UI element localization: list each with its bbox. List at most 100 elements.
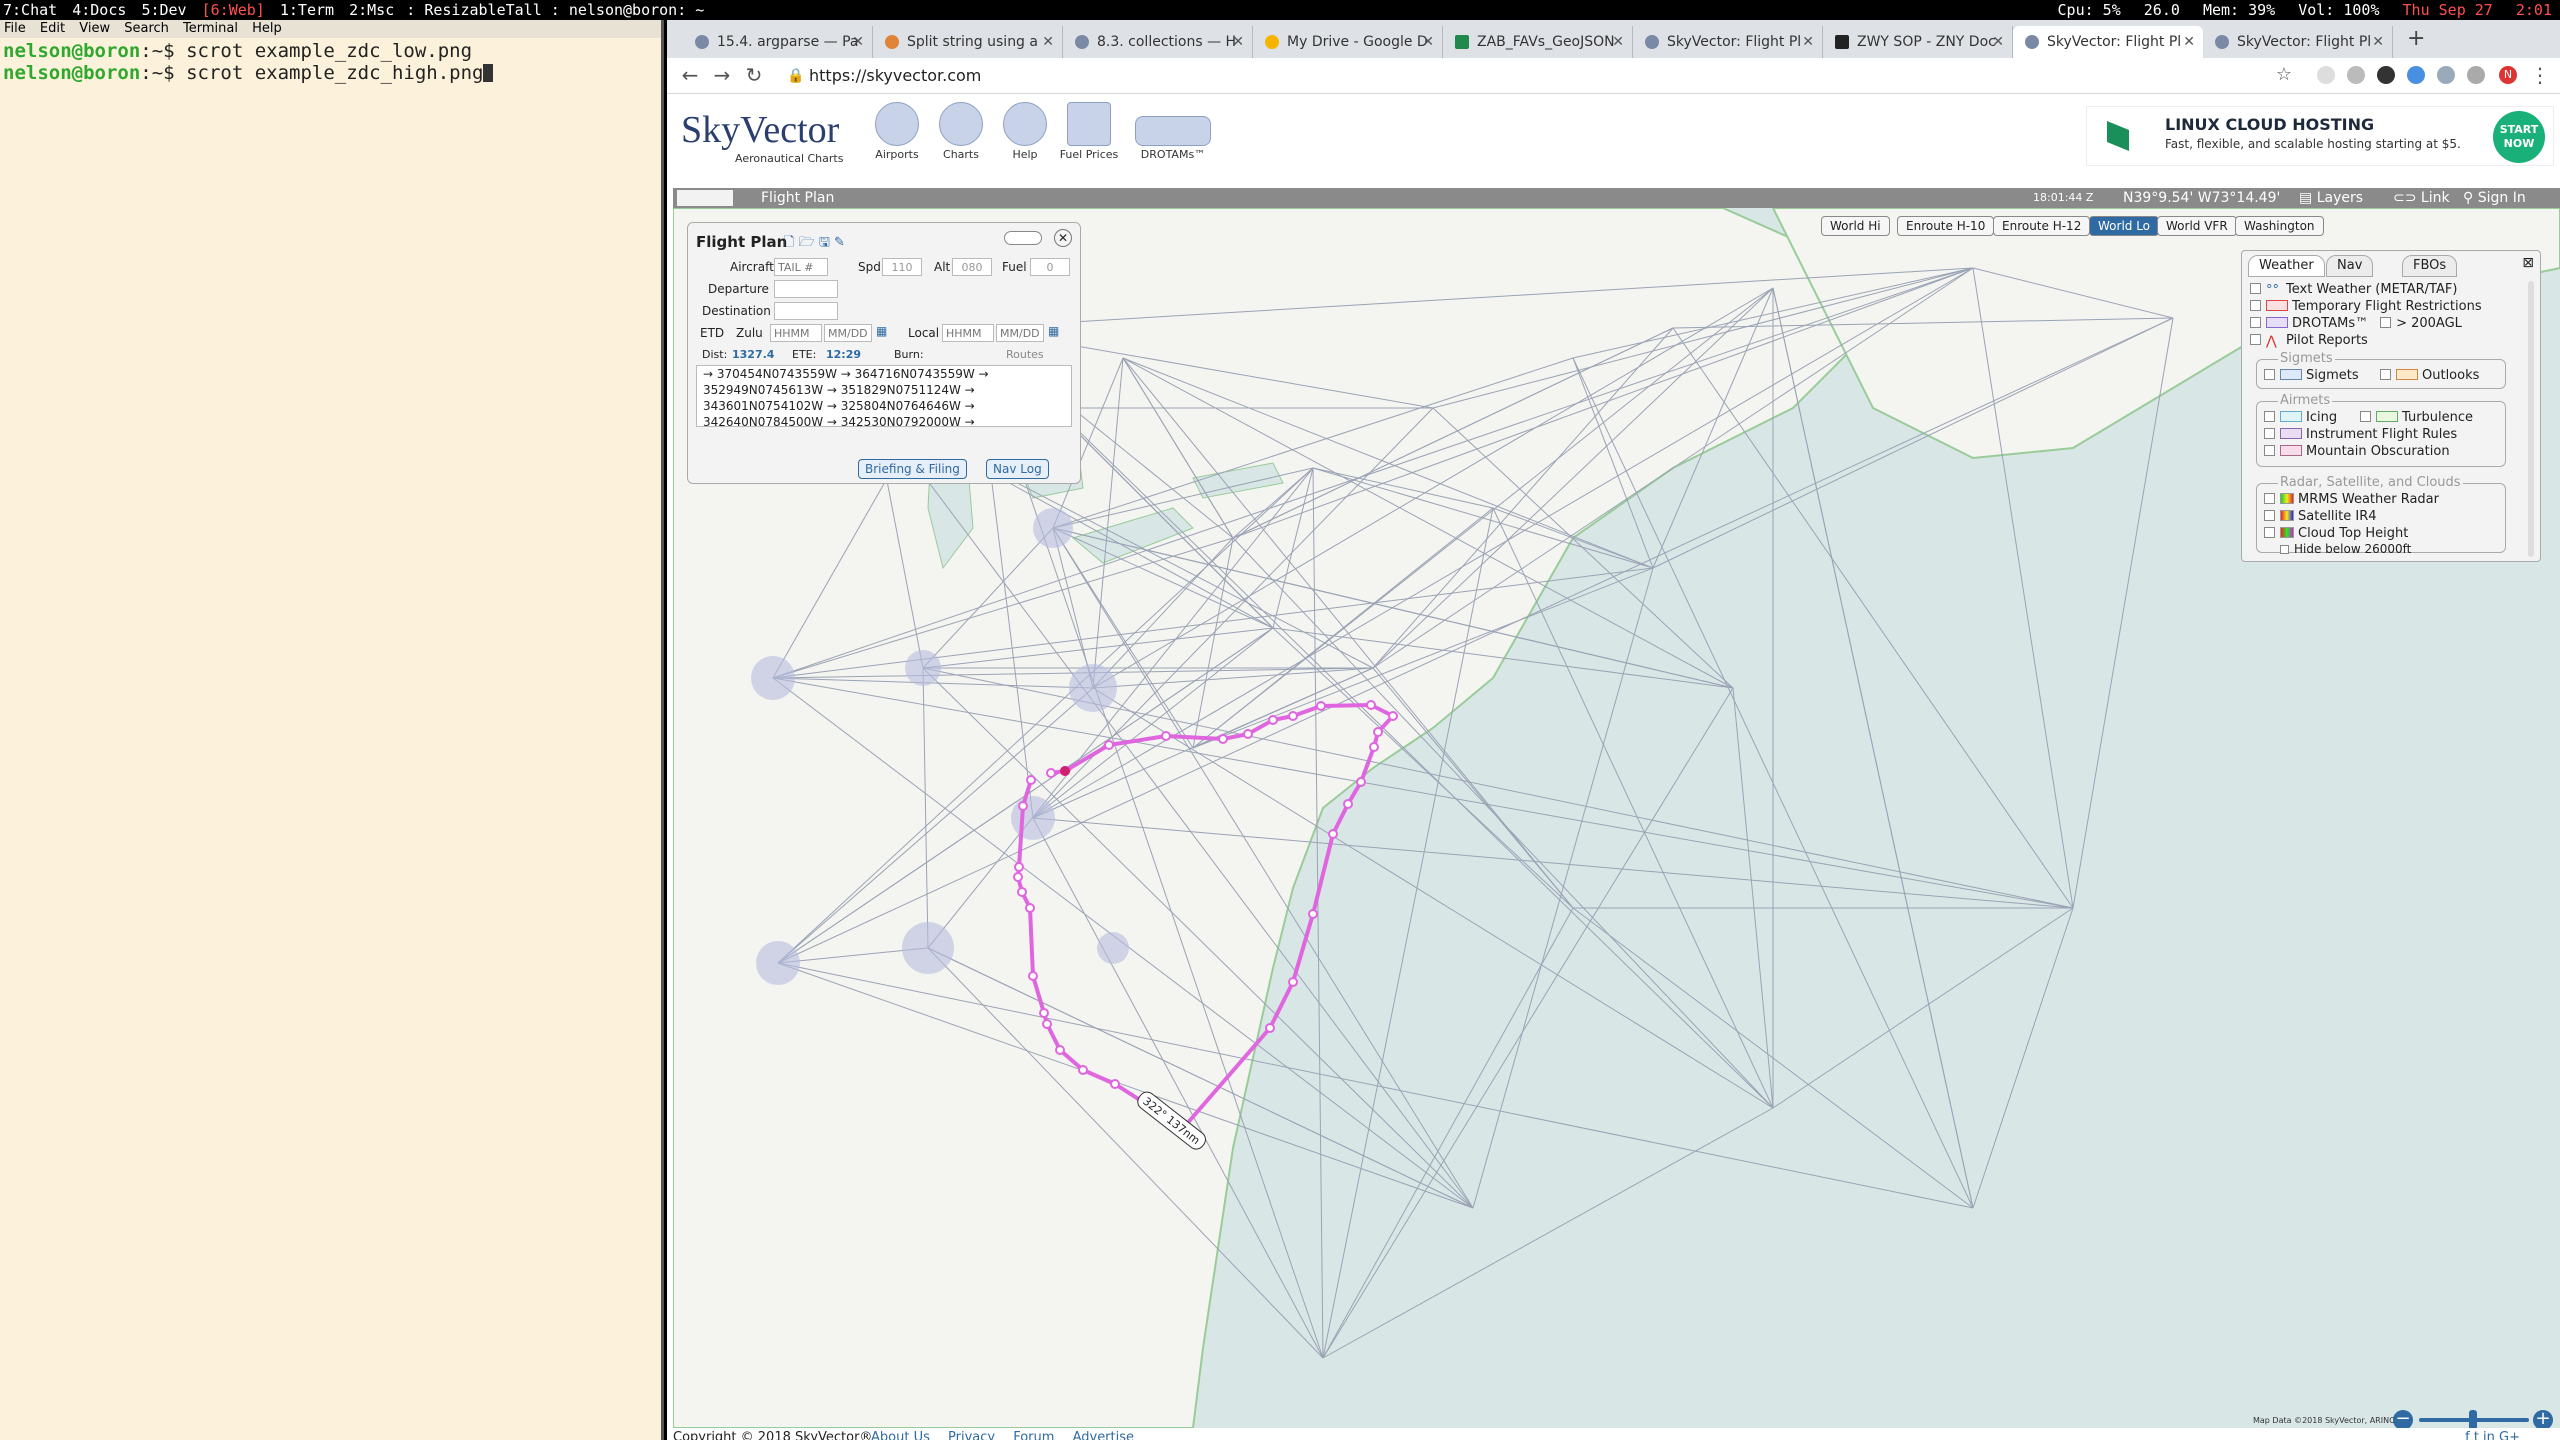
menu-terminal[interactable]: Terminal: [183, 21, 238, 36]
fuel-input[interactable]: [1030, 258, 1070, 276]
terminal-output[interactable]: nelson@boron:~$ scrot example_zdc_low.pn…: [0, 38, 661, 86]
browser-tab[interactable]: 8.3. collections — H ✕: [1063, 26, 1253, 58]
nav-airports[interactable]: Airports: [865, 102, 929, 161]
extension-icon[interactable]: [2407, 66, 2425, 84]
checkbox[interactable]: [2280, 545, 2289, 554]
menu-dots-icon[interactable]: ⋮: [2527, 62, 2553, 88]
close-icon[interactable]: ⊠: [2522, 255, 2534, 271]
close-icon[interactable]: ✕: [1042, 26, 1054, 58]
new-tab-button[interactable]: +: [2407, 26, 2425, 51]
checkbox[interactable]: [2264, 527, 2275, 538]
close-icon[interactable]: ✕: [2372, 26, 2384, 58]
link-button[interactable]: ⊂⊃ Link: [2393, 188, 2450, 208]
tab-weather[interactable]: Weather: [2248, 255, 2325, 277]
calendar-icon[interactable]: ▦: [1048, 324, 1059, 338]
advertise-link[interactable]: Advertise: [1073, 1430, 1134, 1440]
zulu-time-input[interactable]: [770, 324, 822, 342]
nav-charts[interactable]: Charts: [929, 102, 993, 161]
browser-tab[interactable]: ZWY SOP - ZNY Doc ✕: [1823, 26, 2013, 58]
layer-pireps[interactable]: ⋀ Pilot Reports: [2250, 332, 2368, 349]
departure-marker[interactable]: [1060, 766, 1070, 776]
altitude-input[interactable]: [952, 258, 992, 276]
chart-washington[interactable]: Washington: [2235, 216, 2324, 236]
toggle-switch[interactable]: [1004, 231, 1042, 245]
close-icon[interactable]: ✕: [1992, 26, 2004, 58]
browser-tab[interactable]: 15.4. argparse — Pa ✕: [683, 26, 873, 58]
profile-avatar[interactable]: N: [2499, 66, 2517, 84]
checkbox[interactable]: [2250, 317, 2261, 328]
close-icon[interactable]: ✕: [1422, 26, 1434, 58]
layer-outlooks[interactable]: Outlooks: [2380, 367, 2479, 384]
local-time-input[interactable]: [942, 324, 994, 342]
destination-input[interactable]: [774, 302, 838, 320]
workspace-docs[interactable]: 4:Docs: [69, 1, 129, 19]
routes-link[interactable]: Routes: [1006, 345, 1044, 365]
close-icon[interactable]: ✕: [852, 26, 864, 58]
nav-help[interactable]: Help: [993, 102, 1057, 161]
layer-ifr[interactable]: Instrument Flight Rules: [2264, 426, 2457, 443]
local-date-input[interactable]: [996, 324, 1044, 342]
address-bar[interactable]: 🔒 https://skyvector.com: [777, 62, 2347, 90]
checkbox[interactable]: [2264, 428, 2275, 439]
browser-tab[interactable]: My Drive - Google D ✕: [1253, 26, 1443, 58]
nav-log-button[interactable]: Nav Log: [986, 459, 1049, 479]
flight-plan-toggle[interactable]: [677, 190, 733, 206]
checkbox[interactable]: [2360, 411, 2371, 422]
ad-start-now-button[interactable]: START NOW: [2493, 111, 2545, 163]
close-icon[interactable]: ✕: [1612, 26, 1624, 58]
layer-metar[interactable]: °° Text Weather (METAR/TAF): [2250, 281, 2457, 298]
layer-mountain[interactable]: Mountain Obscuration: [2264, 443, 2450, 460]
privacy-link[interactable]: Privacy: [948, 1430, 995, 1440]
extension-icon[interactable]: [2377, 66, 2395, 84]
layer-sigmets[interactable]: Sigmets: [2264, 367, 2359, 384]
layer-satellite[interactable]: Satellite IR4: [2264, 508, 2377, 525]
flight-plan-label[interactable]: Flight Plan: [761, 188, 834, 208]
checkbox[interactable]: [2250, 283, 2261, 294]
forward-icon[interactable]: →: [709, 62, 735, 88]
checkbox[interactable]: [2264, 493, 2275, 504]
forum-link[interactable]: Forum: [1013, 1430, 1054, 1440]
sign-in-link[interactable]: ⚲ Sign In: [2463, 188, 2526, 208]
workspace-chat[interactable]: 7:Chat: [0, 1, 60, 19]
checkbox[interactable]: [2264, 411, 2275, 422]
layer-hide-below[interactable]: Hide below 26000ft: [2280, 541, 2411, 558]
browser-tab[interactable]: SkyVector: Flight Pl ✕: [1633, 26, 1823, 58]
layer-icing[interactable]: Icing: [2264, 409, 2337, 426]
zoom-in-button[interactable]: +: [2533, 1410, 2553, 1428]
layer-mrms[interactable]: MRMS Weather Radar: [2264, 491, 2439, 508]
checkbox[interactable]: [2264, 510, 2275, 521]
workspace-web[interactable]: [6:Web]: [199, 1, 268, 19]
bookmark-star-icon[interactable]: ☆: [2271, 62, 2297, 88]
browser-tab[interactable]: ZAB_FAVs_GeoJSON ✕: [1443, 26, 1633, 58]
browser-tab[interactable]: SkyVector: Flight Pl ✕: [2203, 26, 2393, 58]
zulu-date-input[interactable]: [824, 324, 872, 342]
calendar-icon[interactable]: ▦: [876, 324, 887, 338]
plan-file-icons[interactable]: 🗋 🗁 🖫 ✎: [784, 233, 845, 255]
close-icon[interactable]: ✕: [2183, 26, 2195, 58]
chart-world-vfr[interactable]: World VFR: [2157, 216, 2237, 236]
zoom-out-button[interactable]: −: [2393, 1410, 2413, 1428]
chart-enroute-h10[interactable]: Enroute H-10: [1897, 216, 1995, 236]
skyvector-logo[interactable]: SkyVector: [681, 108, 839, 152]
checkbox[interactable]: [2264, 369, 2275, 380]
extension-icon[interactable]: [2437, 66, 2455, 84]
briefing-filing-button[interactable]: Briefing & Filing: [858, 459, 967, 479]
menu-file[interactable]: File: [4, 21, 26, 36]
layer-tfr[interactable]: Temporary Flight Restrictions: [2250, 298, 2482, 315]
workspace-term[interactable]: 1:Term: [277, 1, 337, 19]
checkbox[interactable]: [2264, 445, 2275, 456]
layer-drotam[interactable]: DROTAMs™ > 200AGL: [2250, 315, 2462, 332]
terminal-window[interactable]: File Edit View Search Terminal Help nels…: [0, 20, 664, 1440]
menu-help[interactable]: Help: [252, 21, 282, 36]
social-icons[interactable]: f t in G+: [2465, 1430, 2520, 1440]
browser-tab-active[interactable]: SkyVector: Flight Pl ✕: [2013, 26, 2203, 58]
chart-enroute-h12[interactable]: Enroute H-12: [1993, 216, 2091, 236]
checkbox[interactable]: [2250, 300, 2261, 311]
close-icon[interactable]: ✕: [1802, 26, 1814, 58]
advertisement-banner[interactable]: LINUX CLOUD HOSTING Fast, flexible, and …: [2086, 106, 2554, 166]
layer-cloudtop[interactable]: Cloud Top Height: [2264, 525, 2408, 542]
layer-turbulence[interactable]: Turbulence: [2360, 409, 2473, 426]
close-icon[interactable]: ✕: [1054, 229, 1072, 247]
about-us-link[interactable]: About Us: [871, 1430, 930, 1440]
tab-fbos[interactable]: FBOs: [2402, 255, 2458, 277]
